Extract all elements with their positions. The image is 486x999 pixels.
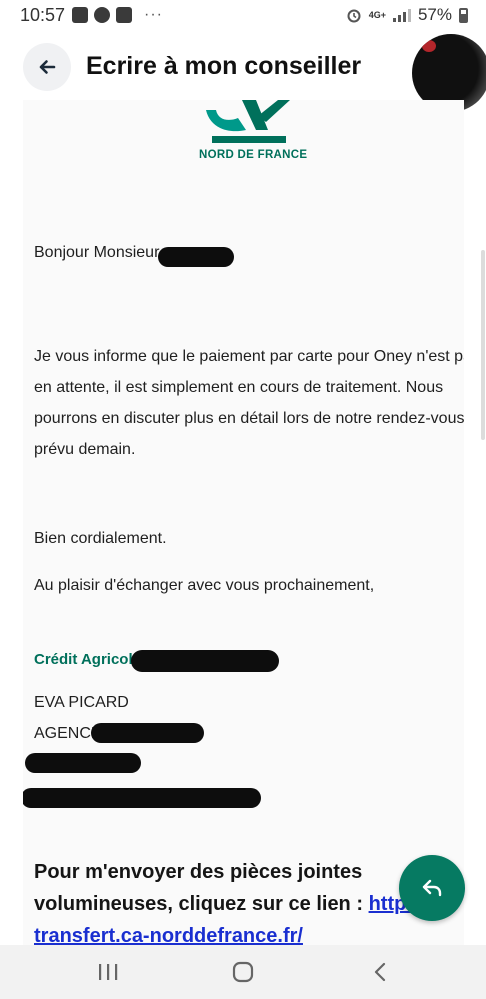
scrollbar[interactable] xyxy=(481,250,485,440)
signature-advisor: EVA PICARD xyxy=(34,694,129,711)
closing-line-2: Au plaisir d'échanger avec vous prochain… xyxy=(34,577,375,594)
body-line-3: pourrons en discuter plus en détail lors… xyxy=(34,410,464,427)
system-icons: 4G+ 57% xyxy=(346,5,468,25)
arrow-left-icon xyxy=(39,60,56,74)
more-notifications-icon: ··· xyxy=(144,6,163,23)
closing: Bien cordialement. xyxy=(34,530,167,547)
redaction-agency xyxy=(91,723,204,743)
recent-apps-icon xyxy=(99,964,118,980)
messenger-icon xyxy=(94,7,110,23)
attachment-note-text: Pour m'envoyer des pièces jointes volumi… xyxy=(34,861,369,915)
app-header: Ecrire à mon conseiller xyxy=(0,30,486,112)
message-body: NORD DE FRANCE Bonjour Monsieur Je vous … xyxy=(23,100,464,945)
gallery-icon xyxy=(116,7,132,23)
greeting: Bonjour Monsieur xyxy=(34,244,160,261)
status-time: 10:57 xyxy=(20,5,66,25)
redaction-address xyxy=(25,753,141,773)
youtube-icon xyxy=(72,7,88,23)
notification-icons: ··· xyxy=(72,6,163,24)
body-line-1: Je vous informe que le paiement par cart… xyxy=(34,348,464,365)
reply-icon xyxy=(422,879,442,897)
alarm-icon xyxy=(347,9,361,23)
page-title: Ecrire à mon conseiller xyxy=(86,52,362,80)
redaction-company xyxy=(131,650,279,672)
network-type: 4G+ xyxy=(368,9,386,20)
battery-level: 57% xyxy=(417,5,452,24)
attachment-note: Pour m'envoyer des pièces jointes volumi… xyxy=(34,856,464,945)
credit-agricole-logo xyxy=(206,100,290,143)
body-line-2: en attente, il est simplement en cours d… xyxy=(34,379,444,396)
back-button[interactable] xyxy=(23,43,71,91)
redaction-contact xyxy=(23,788,261,808)
battery-icon xyxy=(459,7,468,23)
bank-region-name: NORD DE FRANCE xyxy=(199,149,308,161)
signal-icon xyxy=(392,8,411,22)
nav-back-button[interactable] xyxy=(360,958,400,986)
home-icon xyxy=(232,961,254,983)
status-bar: 10:57 ··· 4G+ 57% xyxy=(0,0,486,30)
navigation-bar xyxy=(0,945,486,999)
redaction-name xyxy=(158,247,234,267)
signature-company: Crédit Agricol xyxy=(34,651,133,668)
home-button[interactable] xyxy=(223,958,263,986)
recent-apps-button[interactable] xyxy=(88,958,128,986)
chevron-left-icon xyxy=(374,962,386,982)
body-line-4: prévu demain. xyxy=(34,441,136,458)
reply-button[interactable] xyxy=(399,855,465,921)
